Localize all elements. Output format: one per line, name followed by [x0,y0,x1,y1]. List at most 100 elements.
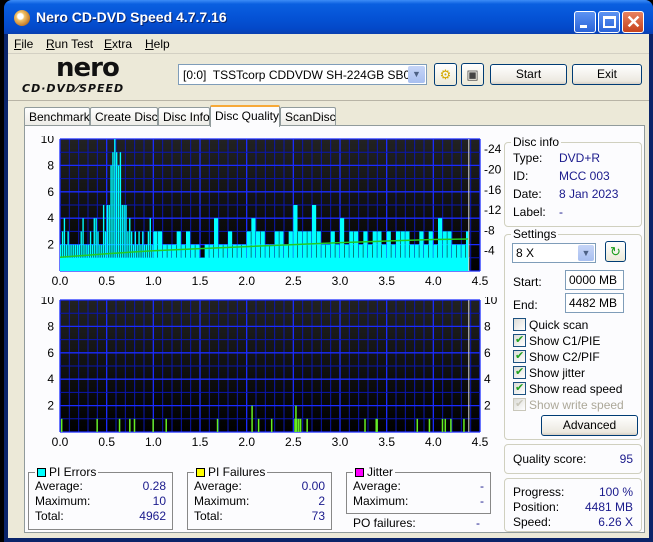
disc-label-value: - [559,205,563,219]
y-tick-label: 10 [41,136,55,146]
data-bar [444,418,447,432]
show-c1-pie-checkbox[interactable]: Show C1/PIE [513,333,600,348]
position-label: Position: [513,500,560,514]
close-button[interactable]: ✕ [622,11,644,33]
chevron-down-icon[interactable]: ▼ [578,245,594,261]
x-tick-label: 3.5 [378,274,395,288]
tab-scandisc[interactable]: ScanDisc [280,107,336,126]
y2-tick-label: 8 [484,319,491,333]
tab-create-disc[interactable]: Create Disc [90,107,158,126]
checkbox-box[interactable] [513,333,526,347]
data-bar [133,418,136,432]
toolbar: nero CD·DVD⁄SPEED [0:0] TSSTcorp CDDVDW … [8,55,649,101]
data-bar [129,418,131,432]
checkbox-box[interactable] [513,381,526,395]
x-tick-label: 2.0 [238,435,255,449]
pie-total-label: Total: [35,509,64,523]
disc-type-value: DVD+R [559,151,601,165]
disc-quality-panel: 0.0 0.5 1.0 1.5 2.0 2.5 3.0 3.5 4.0 4.5 2 4 6 8 10 -4 -8… [24,125,645,533]
x-tick-label: 4.0 [425,435,442,449]
speed-value: 6.26 X [598,515,633,529]
position-value: 4481 MB [584,500,633,514]
y-tick-label: 8 [47,319,54,333]
x-tick-label: 0.0 [52,435,69,449]
pif-average-label: Average: [194,479,242,493]
quick-scan-checkbox[interactable]: Quick scan [513,318,588,332]
quality-score-value: 95 [619,452,633,466]
y2-tick-label: 4 [484,372,491,386]
y-tick-label: 6 [47,346,54,360]
end-field[interactable]: 4482 MB [565,293,624,313]
checkbox-label: Show jitter [529,366,586,380]
data-bar [110,165,112,271]
data-bar [463,418,465,432]
tab-disc-info[interactable]: Disc Info [158,107,210,126]
pi-errors-group: PI Errors Average: 0.28 Maximum: 10 Tota… [28,465,173,530]
disc-date-label: Date: [513,187,542,201]
start-button[interactable]: Start [490,64,567,85]
y2-tick-label: -8 [484,223,495,237]
drive-select-value: [0:0] TSSTcorp CDDVDW SH-224GB SB00 [183,68,417,82]
y-tick-label: 6 [47,185,54,199]
end-label: End: [513,298,538,312]
checkbox-box[interactable] [513,318,526,331]
menu-extra[interactable]: Extra [104,37,132,51]
start-field[interactable]: 0000 MB [565,270,624,290]
jitter-swatch-icon [355,468,364,477]
menu-run-test[interactable]: Run Test [46,37,93,51]
pi-errors-chart: 0.0 0.5 1.0 1.5 2.0 2.5 3.0 3.5 4.0 4.5 2 4 6 8 10 -4 -8… [41,136,502,288]
speed-select[interactable]: 8 X ▼ [512,243,596,263]
disc-id-label: ID: [513,169,529,183]
data-bar-baseline [60,257,469,271]
show-jitter-checkbox[interactable]: Show jitter [513,365,586,380]
maximize-button[interactable] [598,11,620,33]
drive-info-button[interactable]: ⚙ [434,63,457,86]
menu-help[interactable]: Help [145,37,170,51]
checkbox-box[interactable] [513,365,526,379]
pif-total-label: Total: [194,509,223,523]
data-bar [251,405,253,432]
menu-file[interactable]: File [14,37,33,51]
y2-tick-label: -4 [484,244,495,258]
y2-tick-label: -16 [484,183,502,197]
x-tick-label: 1.0 [145,274,162,288]
y2-tick-label: 2 [484,399,491,413]
tab-disc-quality[interactable]: Disc Quality [210,105,280,127]
advanced-button[interactable]: Advanced [541,415,638,436]
progress-value: 100 % [598,485,633,499]
disc-id-value: MCC 003 [559,169,610,183]
disc-date-value: 8 Jan 2023 [559,187,619,201]
data-bar [117,165,120,271]
refresh-speed-button[interactable]: ↻ [605,241,626,262]
maximize-icon [603,16,616,28]
data-bar [306,418,308,432]
window-title: Nero CD-DVD Speed 4.7.7.16 [36,9,227,25]
start-label: Start: [513,275,542,289]
show-c2-pif-checkbox[interactable]: Show C2/PIF [513,349,600,364]
cd-dvd-speed-logo: CD·DVD⁄SPEED [22,82,125,95]
disc-type-label: Type: [513,151,543,165]
exit-button[interactable]: Exit [572,64,642,85]
data-bar [216,418,219,432]
pi-failures-title: PI Failures [194,465,268,479]
checkbox-box[interactable] [513,349,526,363]
drive-select[interactable]: [0:0] TSSTcorp CDDVDW SH-224GB SB00 ▼ [178,64,427,85]
po-failures-label: PO failures: [353,516,416,530]
title-bar[interactable]: Nero CD-DVD Speed 4.7.7.16 ✕ [4,0,653,34]
data-bar [364,418,366,432]
chevron-down-icon[interactable]: ▼ [408,66,425,83]
quality-score-group: Quality score: 95 [504,444,642,474]
y-tick-label: 2 [47,399,54,413]
data-bar [416,418,419,432]
minimize-button[interactable] [574,11,596,33]
app-window: Nero CD-DVD Speed 4.7.7.16 ✕ File Run Te… [4,0,653,542]
pie-average-value: 0.28 [142,479,166,493]
speed-label: Speed: [513,515,552,529]
show-read-speed-checkbox[interactable]: Show read speed [513,381,622,396]
tab-benchmark[interactable]: Benchmark [24,107,90,126]
data-bar [257,418,260,432]
data-bar [299,418,302,432]
y-tick-label: 4 [47,211,54,225]
pi-errors-title: PI Errors [35,465,99,479]
save-button[interactable]: ▣ [461,63,484,86]
